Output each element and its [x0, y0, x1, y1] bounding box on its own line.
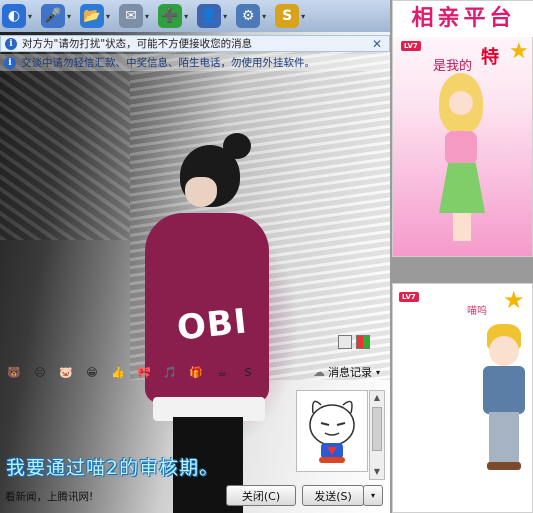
- chevron-down-icon[interactable]: ▾: [184, 12, 188, 21]
- scroll-down-icon[interactable]: ▼: [370, 465, 384, 479]
- soso-button[interactable]: S ▾: [275, 2, 305, 30]
- emoji-tool-icon[interactable]: 😁: [83, 364, 101, 380]
- input-scrollbar[interactable]: ▲ ▼: [369, 390, 385, 480]
- user-info-button[interactable]: 👤 ▾: [197, 2, 227, 30]
- windows-icon[interactable]: [356, 335, 370, 349]
- emoji-tool-icon[interactable]: 🐷: [57, 364, 75, 380]
- soso-icon: S: [275, 4, 300, 28]
- message-history-button[interactable]: ☁ 消息记录 ▾: [313, 364, 380, 380]
- side-panel: 相亲平台 LV7 是我的 特 ★ LV7 喵呜 ★: [390, 0, 533, 513]
- star-icon: ★: [503, 286, 525, 314]
- scroll-up-icon[interactable]: ▲: [370, 391, 384, 405]
- remote-button[interactable]: ➕ ▾: [158, 2, 188, 30]
- sticker-preview: [296, 390, 368, 472]
- dating-ad[interactable]: 相亲平台 LV7 是我的 特 ★: [392, 0, 533, 257]
- info-icon: i: [4, 56, 16, 69]
- message-history-label: 消息记录: [327, 366, 372, 379]
- chevron-down-icon[interactable]: ▾: [106, 12, 110, 21]
- contact-name: 喵呜: [467, 306, 487, 317]
- send-options-button[interactable]: ▾: [363, 485, 383, 506]
- emoji-tool-icon[interactable]: 😐: [31, 364, 49, 380]
- info-icon: i: [5, 37, 17, 50]
- dnd-notice-text: 对方为"请勿打扰"状态，可能不方便接收您的消息: [22, 38, 253, 50]
- user-info-icon: 👤: [197, 4, 222, 28]
- chevron-down-icon[interactable]: ▾: [223, 12, 227, 21]
- emoji-tool-icon[interactable]: ☕: [213, 364, 231, 380]
- emoji-tool-icon[interactable]: 🎵: [161, 364, 179, 380]
- emoji-tool-icon[interactable]: 👍: [109, 364, 127, 380]
- ad-title: 相亲平台: [393, 1, 533, 37]
- file-transfer-icon: 📂: [80, 4, 105, 28]
- chevron-down-icon[interactable]: ▾: [301, 12, 305, 21]
- chevron-down-icon[interactable]: ▾: [67, 12, 71, 21]
- chevron-down-icon[interactable]: ▾: [28, 12, 32, 21]
- remote-icon: ➕: [158, 4, 183, 28]
- expand-icon[interactable]: [338, 335, 352, 349]
- message-button[interactable]: ✉ ▾: [119, 2, 149, 30]
- level-badge: LV7: [401, 41, 421, 51]
- news-link[interactable]: 看新闻，上腾讯网!: [5, 489, 93, 504]
- sticker-image: [309, 400, 355, 463]
- file-transfer-button[interactable]: 📂 ▾: [80, 2, 110, 30]
- scroll-thumb[interactable]: [372, 407, 382, 451]
- chevron-down-icon[interactable]: ▾: [145, 12, 149, 21]
- message-input[interactable]: 我要通过喵2的审核期。: [6, 453, 219, 480]
- star-icon: ★: [509, 39, 529, 64]
- emoji-tool-icon[interactable]: 🎁: [187, 364, 205, 380]
- close-button[interactable]: 关闭(C): [226, 485, 296, 506]
- security-notice: i 交谈中请勿轻信汇款、中奖信息、陌生电话，勿使用外挂软件。: [0, 54, 390, 71]
- emoji-tool-icon[interactable]: S: [239, 364, 257, 380]
- male-avatar: [481, 324, 527, 474]
- message-icon: ✉: [119, 4, 144, 28]
- send-button[interactable]: 发送(S): [302, 485, 364, 506]
- chevron-down-icon[interactable]: ▾: [376, 368, 380, 377]
- settings-icon: ⚙: [236, 4, 261, 28]
- qq-show-button[interactable]: ◐ ▾: [2, 2, 32, 30]
- emoji-toolbar: 🐻 😐 🐷 😁 👍 🎀 🎵 🎁 ☕ S ☁ 消息记录 ▾: [0, 362, 390, 382]
- qq-show-icon: ◐: [2, 4, 26, 28]
- emoji-tool-icon[interactable]: 🐻: [5, 364, 23, 380]
- level-badge: LV7: [399, 292, 419, 302]
- ad-special-label: 特: [481, 47, 499, 68]
- avatar-ad[interactable]: LV7 喵呜 ★: [392, 283, 533, 513]
- chat-toolbar: ◐ ▾ 🎤 ▾ 📂 ▾ ✉ ▾ ➕ ▾ 👤 ▾ ⚙ ▾ S ▾: [0, 0, 390, 32]
- microphone-icon: 🎤: [41, 4, 66, 28]
- close-icon[interactable]: ✕: [372, 37, 382, 51]
- view-switch-icons: [338, 335, 374, 349]
- settings-button[interactable]: ⚙ ▾: [236, 2, 266, 30]
- female-avatar: [439, 73, 487, 243]
- chat-panel: OBI ◐ ▾ 🎤 ▾ 📂 ▾ ✉ ▾ ➕ ▾ 👤 ▾ ⚙ ▾ S ▾ i 对方为"请勿打扰"状态，可能不方便…: [0, 0, 390, 513]
- emoji-tool-icon[interactable]: 🎀: [135, 364, 153, 380]
- dnd-notice: i 对方为"请勿打扰"状态，可能不方便接收您的消息 ✕: [0, 35, 390, 52]
- cloud-icon: ☁: [312, 365, 325, 379]
- microphone-button[interactable]: 🎤 ▾: [41, 2, 71, 30]
- security-notice-text: 交谈中请勿轻信汇款、中奖信息、陌生电话，勿使用外挂软件。: [21, 57, 315, 69]
- chevron-down-icon[interactable]: ▾: [262, 12, 266, 21]
- ad-subtitle: 是我的: [433, 59, 473, 74]
